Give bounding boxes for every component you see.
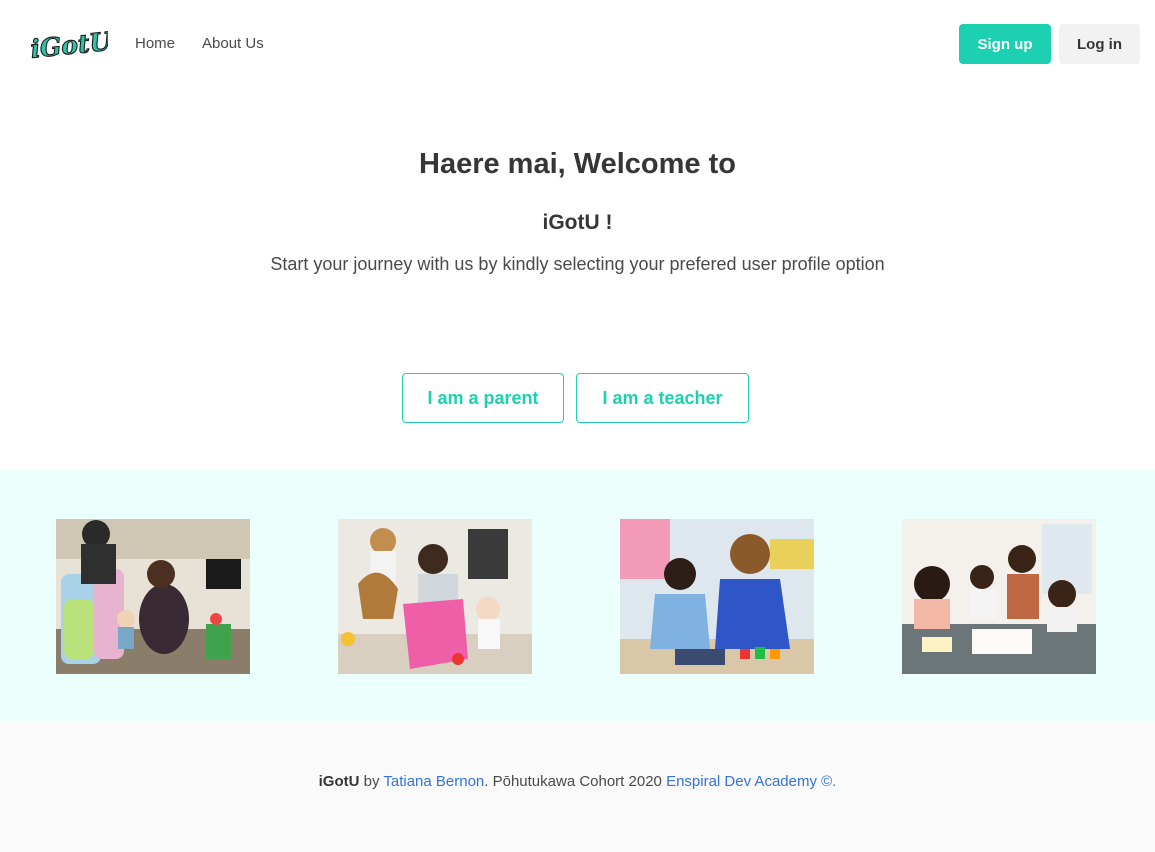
footer-academy-link[interactable]: Enspiral Dev Academy ©. — [666, 773, 836, 790]
nav-link-home[interactable]: Home — [135, 35, 175, 52]
navbar: iGotU Home About Us Sign up Log in — [0, 0, 1155, 88]
family-playpen-photo — [56, 519, 250, 674]
nav-link-about-us[interactable]: About Us — [202, 35, 264, 52]
hero-subtitle: iGotU ! — [542, 211, 613, 234]
log-in-button[interactable]: Log in — [1059, 24, 1140, 64]
teacher-profile-button[interactable]: I am a teacher — [576, 373, 749, 423]
children-drawing-table-photo — [902, 519, 1096, 674]
footer: iGotU by Tatiana Bernon. Pōhutukawa Coho… — [0, 722, 1155, 852]
footer-brand: iGotU — [318, 773, 360, 790]
footer-author-link[interactable]: Tatiana Bernon — [383, 773, 484, 790]
parent-profile-button[interactable]: I am a parent — [402, 373, 564, 423]
mother-toddlers-toys-photo — [338, 519, 532, 674]
sign-up-button[interactable]: Sign up — [959, 24, 1051, 64]
igotu-logo[interactable]: iGotU — [28, 22, 108, 62]
hero-title: Haere mai, Welcome to — [419, 148, 736, 180]
footer-cohort-text: . Pōhutukawa Cohort 2020 — [484, 773, 667, 790]
photo-gallery — [0, 470, 1155, 722]
footer-credits: iGotU by Tatiana Bernon. Pōhutukawa Coho… — [0, 773, 1155, 790]
teacher-boy-playing-photo — [620, 519, 814, 674]
hero-description: Start your journey with us by kindly sel… — [270, 254, 885, 274]
footer-by-text: by — [359, 773, 384, 790]
svg-text:iGotU: iGotU — [29, 26, 108, 62]
